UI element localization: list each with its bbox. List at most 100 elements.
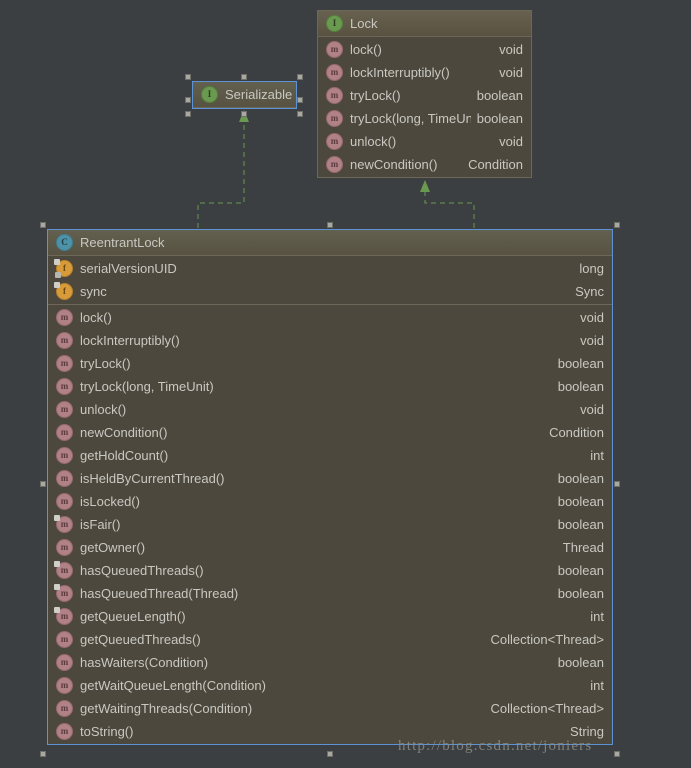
uml-member-name: getHoldCount() bbox=[80, 448, 169, 463]
uml-member-type: boolean bbox=[557, 379, 604, 394]
uml-member-row[interactable]: m lock() void bbox=[318, 38, 531, 61]
member-modifier-badge bbox=[54, 584, 60, 590]
uml-member-type: Collection<Thread> bbox=[490, 632, 604, 647]
uml-member-name: getQueueLength() bbox=[80, 609, 186, 624]
uml-member-name: serialVersionUID bbox=[80, 261, 177, 276]
resize-handle-w[interactable] bbox=[40, 481, 46, 487]
uml-member-row[interactable]: f serialVersionUID long bbox=[48, 257, 612, 280]
uml-class-reentrantlock[interactable]: C ReentrantLock f serialVersionUID long f sy… bbox=[47, 229, 613, 745]
resize-handle-e[interactable] bbox=[614, 481, 620, 487]
uml-member-row[interactable]: m getOwner() Thread bbox=[48, 536, 612, 559]
uml-class-lock-header[interactable]: I Lock bbox=[318, 11, 531, 37]
uml-member-row[interactable]: m newCondition() Condition bbox=[48, 421, 612, 444]
uml-diagram-canvas[interactable]: I Lock m lock() void m lockInterruptibly() vo… bbox=[0, 0, 691, 768]
uml-member-name: isFair() bbox=[80, 517, 121, 532]
uml-member-type: boolean bbox=[557, 494, 604, 509]
uml-member-row[interactable]: m newCondition() Condition bbox=[318, 153, 531, 176]
uml-class-serializable-header[interactable]: I Serializable bbox=[193, 82, 296, 108]
uml-member-name: getOwner() bbox=[80, 540, 146, 555]
uml-member-type: boolean bbox=[557, 471, 604, 486]
uml-member-name: hasWaiters(Condition) bbox=[80, 655, 209, 670]
uml-class-lock[interactable]: I Lock m lock() void m lockInterruptibly() vo… bbox=[317, 10, 532, 178]
resize-handle-s[interactable] bbox=[241, 111, 247, 117]
uml-member-type: boolean bbox=[476, 111, 523, 126]
uml-member-type: long bbox=[579, 261, 604, 276]
method-icon: m bbox=[56, 677, 73, 694]
uml-member-name: isLocked() bbox=[80, 494, 140, 509]
method-icon: m bbox=[56, 631, 73, 648]
interface-icon: I bbox=[326, 15, 343, 32]
uml-member-name: tryLock() bbox=[350, 88, 401, 103]
uml-member-name: lock() bbox=[80, 310, 112, 325]
method-icon: m bbox=[56, 332, 73, 349]
resize-handle-s[interactable] bbox=[327, 751, 333, 757]
resize-handle-n[interactable] bbox=[327, 222, 333, 228]
uml-member-name: toString() bbox=[80, 724, 134, 739]
uml-member-row[interactable]: m lock() void bbox=[48, 306, 612, 329]
uml-member-row[interactable]: m tryLock(long, TimeUnit) boolean bbox=[318, 107, 531, 130]
resize-handle-ne[interactable] bbox=[297, 74, 303, 80]
resize-handle-se[interactable] bbox=[614, 751, 620, 757]
uml-member-type: int bbox=[590, 609, 604, 624]
resize-handle-ne[interactable] bbox=[614, 222, 620, 228]
resize-handle-w[interactable] bbox=[185, 97, 191, 103]
uml-member-row[interactable]: m isFair() boolean bbox=[48, 513, 612, 536]
uml-member-type: Thread bbox=[562, 540, 604, 555]
uml-member-type: void bbox=[580, 333, 604, 348]
uml-member-row[interactable]: m tryLock() boolean bbox=[48, 352, 612, 375]
field-icon: f bbox=[54, 259, 73, 278]
method-icon: m bbox=[56, 493, 73, 510]
resize-handle-nw[interactable] bbox=[40, 222, 46, 228]
method-icon: m bbox=[56, 700, 73, 717]
member-modifier-badge bbox=[54, 282, 60, 288]
uml-member-row[interactable]: m hasWaiters(Condition) boolean bbox=[48, 651, 612, 674]
watermark-text: http://blog.csdn.net/joniers bbox=[398, 738, 593, 754]
uml-member-row[interactable]: m lockInterruptibly() void bbox=[48, 329, 612, 352]
uml-member-row[interactable]: m getWaitQueueLength(Condition) int bbox=[48, 674, 612, 697]
uml-member-type: boolean bbox=[557, 655, 604, 670]
uml-member-name: getQueuedThreads() bbox=[80, 632, 201, 647]
uml-member-name: sync bbox=[80, 284, 107, 299]
uml-member-type: Condition bbox=[468, 157, 523, 172]
method-icon: m bbox=[326, 133, 343, 150]
uml-member-type: boolean bbox=[476, 88, 523, 103]
uml-class-reentrantlock-header[interactable]: C ReentrantLock bbox=[48, 230, 612, 256]
relation-reentrantlock-lock bbox=[424, 192, 475, 228]
uml-member-type: void bbox=[499, 134, 523, 149]
method-icon: m bbox=[56, 447, 73, 464]
uml-member-row[interactable]: m unlock() void bbox=[48, 398, 612, 421]
method-icon: m bbox=[326, 110, 343, 127]
uml-member-row[interactable]: m isHeldByCurrentThread() boolean bbox=[48, 467, 612, 490]
uml-member-row[interactable]: m isLocked() boolean bbox=[48, 490, 612, 513]
uml-member-row[interactable]: m tryLock(long, TimeUnit) boolean bbox=[48, 375, 612, 398]
method-icon: m bbox=[326, 87, 343, 104]
resize-handle-se[interactable] bbox=[297, 111, 303, 117]
uml-member-row[interactable]: m hasQueuedThread(Thread) boolean bbox=[48, 582, 612, 605]
method-icon: m bbox=[56, 424, 73, 441]
uml-member-type: int bbox=[590, 448, 604, 463]
uml-member-row[interactable]: m getQueuedThreads() Collection<Thread> bbox=[48, 628, 612, 651]
uml-member-row[interactable]: m lockInterruptibly() void bbox=[318, 61, 531, 84]
resize-handle-sw[interactable] bbox=[185, 111, 191, 117]
resize-handle-sw[interactable] bbox=[40, 751, 46, 757]
resize-handle-nw[interactable] bbox=[185, 74, 191, 80]
uml-member-name: tryLock() bbox=[80, 356, 131, 371]
method-icon: m bbox=[56, 378, 73, 395]
uml-member-type: void bbox=[580, 402, 604, 417]
resize-handle-e[interactable] bbox=[297, 97, 303, 103]
resize-handle-n[interactable] bbox=[241, 74, 247, 80]
uml-member-row[interactable]: m getWaitingThreads(Condition) Collection<… bbox=[48, 697, 612, 720]
uml-member-row[interactable]: f sync Sync bbox=[48, 280, 612, 303]
uml-member-row[interactable]: m unlock() void bbox=[318, 130, 531, 153]
uml-member-name: newCondition() bbox=[80, 425, 168, 440]
uml-member-row[interactable]: m getHoldCount() int bbox=[48, 444, 612, 467]
method-icon: m bbox=[56, 470, 73, 487]
uml-class-serializable[interactable]: I Serializable bbox=[192, 81, 297, 109]
uml-class-lock-title: Lock bbox=[350, 16, 378, 31]
uml-class-reentrantlock-title: ReentrantLock bbox=[80, 235, 165, 250]
uml-member-name: isHeldByCurrentThread() bbox=[80, 471, 225, 486]
uml-member-row[interactable]: m hasQueuedThreads() boolean bbox=[48, 559, 612, 582]
uml-class-reentrantlock-methods: m lock() void m lockInterruptibly() void m tryL… bbox=[48, 304, 612, 744]
uml-member-row[interactable]: m tryLock() boolean bbox=[318, 84, 531, 107]
uml-member-row[interactable]: m getQueueLength() int bbox=[48, 605, 612, 628]
